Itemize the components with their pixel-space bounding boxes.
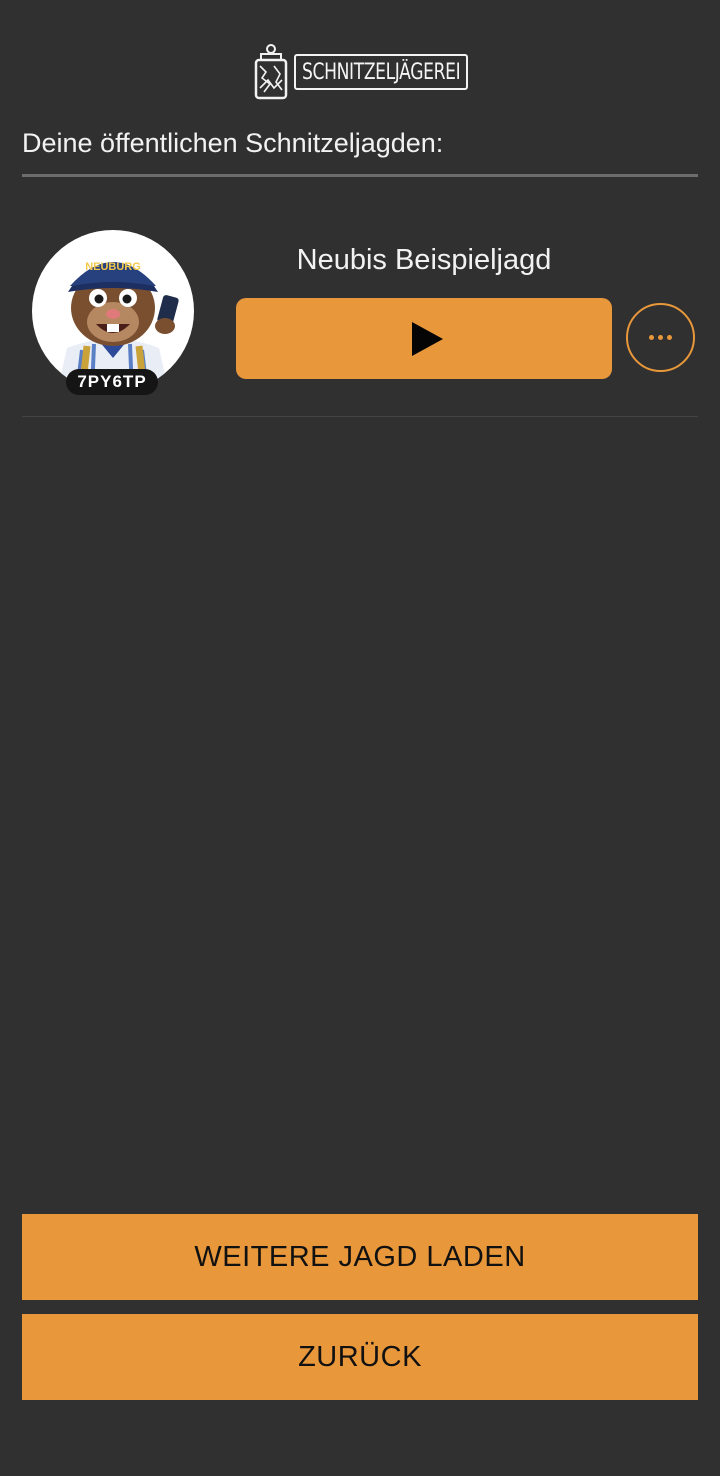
- section-title: Deine öffentlichen Schnitzeljagden:: [22, 128, 444, 158]
- list-item-divider: [22, 416, 698, 417]
- ellipsis-icon: [667, 335, 672, 340]
- hunt-list-item: NEUBURG 7PY6TP Neubis Beispieljagd: [22, 224, 698, 416]
- section-divider: [22, 174, 698, 177]
- logo-text: SCHNITZELJÄGEREI: [302, 59, 461, 85]
- cap-text: NEUBURG: [85, 261, 141, 273]
- jar-logo-icon: [254, 44, 288, 100]
- play-icon: [411, 321, 443, 356]
- beaver-mascot-icon: NEUBURG: [57, 261, 179, 392]
- load-more-hunt-button[interactable]: WEITERE JAGD LADEN: [22, 1214, 698, 1300]
- app-header: SCHNITZELJÄGEREI: [0, 40, 720, 104]
- more-options-button[interactable]: [626, 303, 695, 372]
- ellipsis-icon: [649, 335, 654, 340]
- hunt-avatar: NEUBURG: [32, 230, 194, 392]
- back-button[interactable]: ZURÜCK: [22, 1314, 698, 1400]
- app-logo: SCHNITZELJÄGEREI: [252, 42, 468, 102]
- play-hunt-button[interactable]: [236, 298, 612, 379]
- hunt-name: Neubis Beispieljagd: [296, 244, 552, 276]
- logo-wordmark: SCHNITZELJÄGEREI: [294, 54, 468, 90]
- hunt-code-badge: 7PY6TP: [66, 369, 158, 395]
- ellipsis-icon: [658, 335, 663, 340]
